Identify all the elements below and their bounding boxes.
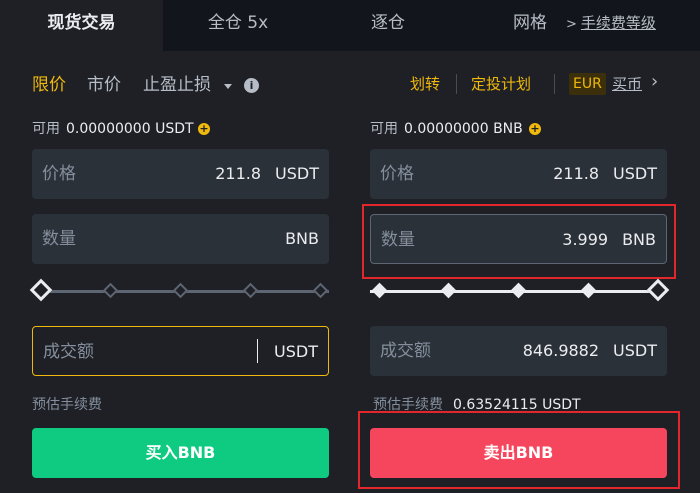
price-value: 211.8	[215, 164, 262, 183]
order-type-limit[interactable]: 限价	[32, 72, 66, 98]
available-value: 0.00000000 BNB	[404, 121, 523, 137]
total-value: 846.9882	[522, 341, 600, 360]
transfer-link[interactable]: 划转	[410, 73, 440, 95]
sell-available-balance: 可用 0.00000000 BNB	[370, 119, 523, 139]
slider-step-75[interactable]	[242, 282, 259, 299]
price-unit: USDT	[275, 164, 319, 183]
chevron-right-icon: >	[566, 17, 577, 32]
slider-step-25[interactable]	[440, 282, 457, 299]
sell-percent-slider[interactable]	[370, 278, 670, 302]
dca-plan-link[interactable]: 定投计划	[471, 73, 531, 95]
total-label: 成交额	[380, 341, 431, 361]
divider	[554, 74, 555, 94]
slider-step-100[interactable]	[312, 282, 329, 299]
amount-unit: BNB	[285, 229, 319, 248]
slider-step-25[interactable]	[102, 282, 119, 299]
tab-bar: 现货交易 全仓 5x 逐仓 网格 > 手续费等级	[0, 0, 700, 51]
price-label: 价格	[380, 164, 414, 184]
tab-cross-margin[interactable]: 全仓 5x	[163, 0, 313, 51]
available-label: 可用	[32, 121, 60, 137]
total-unit: USDT	[274, 342, 318, 361]
buy-price-input[interactable]: 价格 211.8 USDT	[32, 149, 329, 199]
buy-percent-slider[interactable]	[29, 278, 329, 302]
order-type-market[interactable]: 市价	[87, 72, 121, 98]
slider-step-50[interactable]	[510, 282, 527, 299]
slider-step-50[interactable]	[172, 282, 189, 299]
slider-handle[interactable]	[29, 278, 53, 302]
amount-label: 数量	[42, 229, 76, 249]
buy-available-balance: 可用 0.00000000 USDT	[32, 119, 194, 139]
fee-label: 预估手续费	[32, 397, 102, 413]
available-value: 0.00000000 USDT	[66, 121, 194, 137]
buy-total-input[interactable]: 成交额 USDT	[32, 326, 329, 376]
sell-total-input[interactable]: 成交额 846.9882 USDT	[370, 326, 667, 376]
tab-spot[interactable]: 现货交易	[0, 0, 163, 51]
total-unit: USDT	[613, 341, 657, 360]
available-label: 可用	[370, 121, 398, 137]
tab-isolated-margin[interactable]: 逐仓	[313, 0, 463, 51]
fiat-currency-badge[interactable]: EUR	[569, 73, 606, 95]
slider-step-0[interactable]	[371, 282, 388, 299]
buy-coin-link[interactable]: 买币	[612, 73, 642, 95]
chevron-right-icon[interactable]: ›	[651, 71, 658, 92]
total-label: 成交额	[43, 342, 94, 362]
price-unit: USDT	[613, 164, 657, 183]
buy-bnb-button[interactable]: 买入BNB	[32, 428, 329, 478]
price-value: 211.8	[553, 164, 600, 183]
plus-circle-icon[interactable]: +	[198, 123, 210, 135]
dropdown-caret-icon[interactable]	[224, 84, 232, 89]
fee-level-label: 手续费等级	[580, 14, 656, 32]
price-label: 价格	[42, 164, 76, 184]
buy-amount-input[interactable]: 数量 BNB	[32, 214, 329, 264]
annotation-frame-sell-button	[358, 411, 680, 489]
slider-handle[interactable]	[646, 278, 670, 302]
slider-step-75[interactable]	[580, 282, 597, 299]
sell-price-input[interactable]: 价格 211.8 USDT	[370, 149, 667, 199]
info-icon[interactable]: i	[244, 78, 259, 93]
tab-grid[interactable]: 网格	[513, 0, 565, 51]
annotation-frame-amount	[362, 204, 676, 279]
fee-level-link[interactable]: > 手续费等级	[566, 0, 656, 46]
plus-circle-icon[interactable]: +	[529, 123, 541, 135]
order-type-stop-limit[interactable]: 止盈止损	[143, 72, 211, 98]
text-cursor	[257, 339, 258, 363]
buy-estimated-fee: 预估手续费	[32, 395, 102, 415]
divider	[456, 74, 457, 94]
